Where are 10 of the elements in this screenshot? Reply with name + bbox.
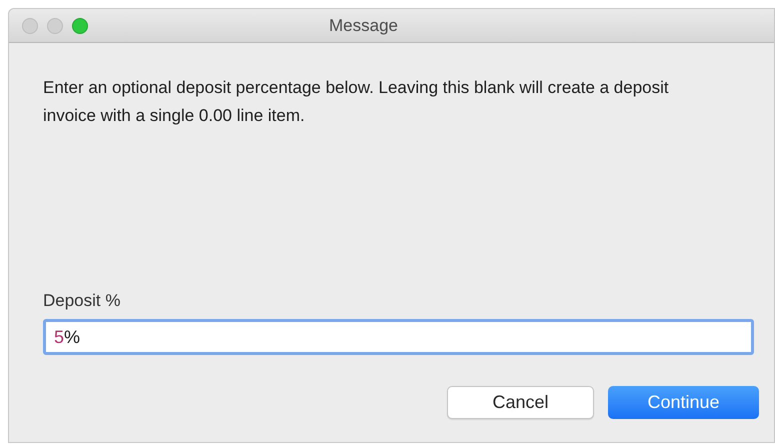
deposit-field[interactable]: 5% (43, 319, 754, 355)
zoom-window-icon[interactable] (72, 18, 88, 34)
field-value-text: 5 (54, 326, 64, 348)
window-title: Message (329, 14, 398, 37)
cancel-button[interactable]: Cancel (447, 386, 594, 419)
close-window-icon[interactable] (22, 18, 38, 34)
field-value-text: % (64, 326, 80, 348)
field-label: Deposit % (43, 290, 122, 312)
message-text: Enter an optional deposit percentage below. Leaving this blank will create a deposit invoice with a single 0.00 line item. (43, 77, 670, 127)
minimize-window-icon[interactable] (47, 18, 63, 34)
